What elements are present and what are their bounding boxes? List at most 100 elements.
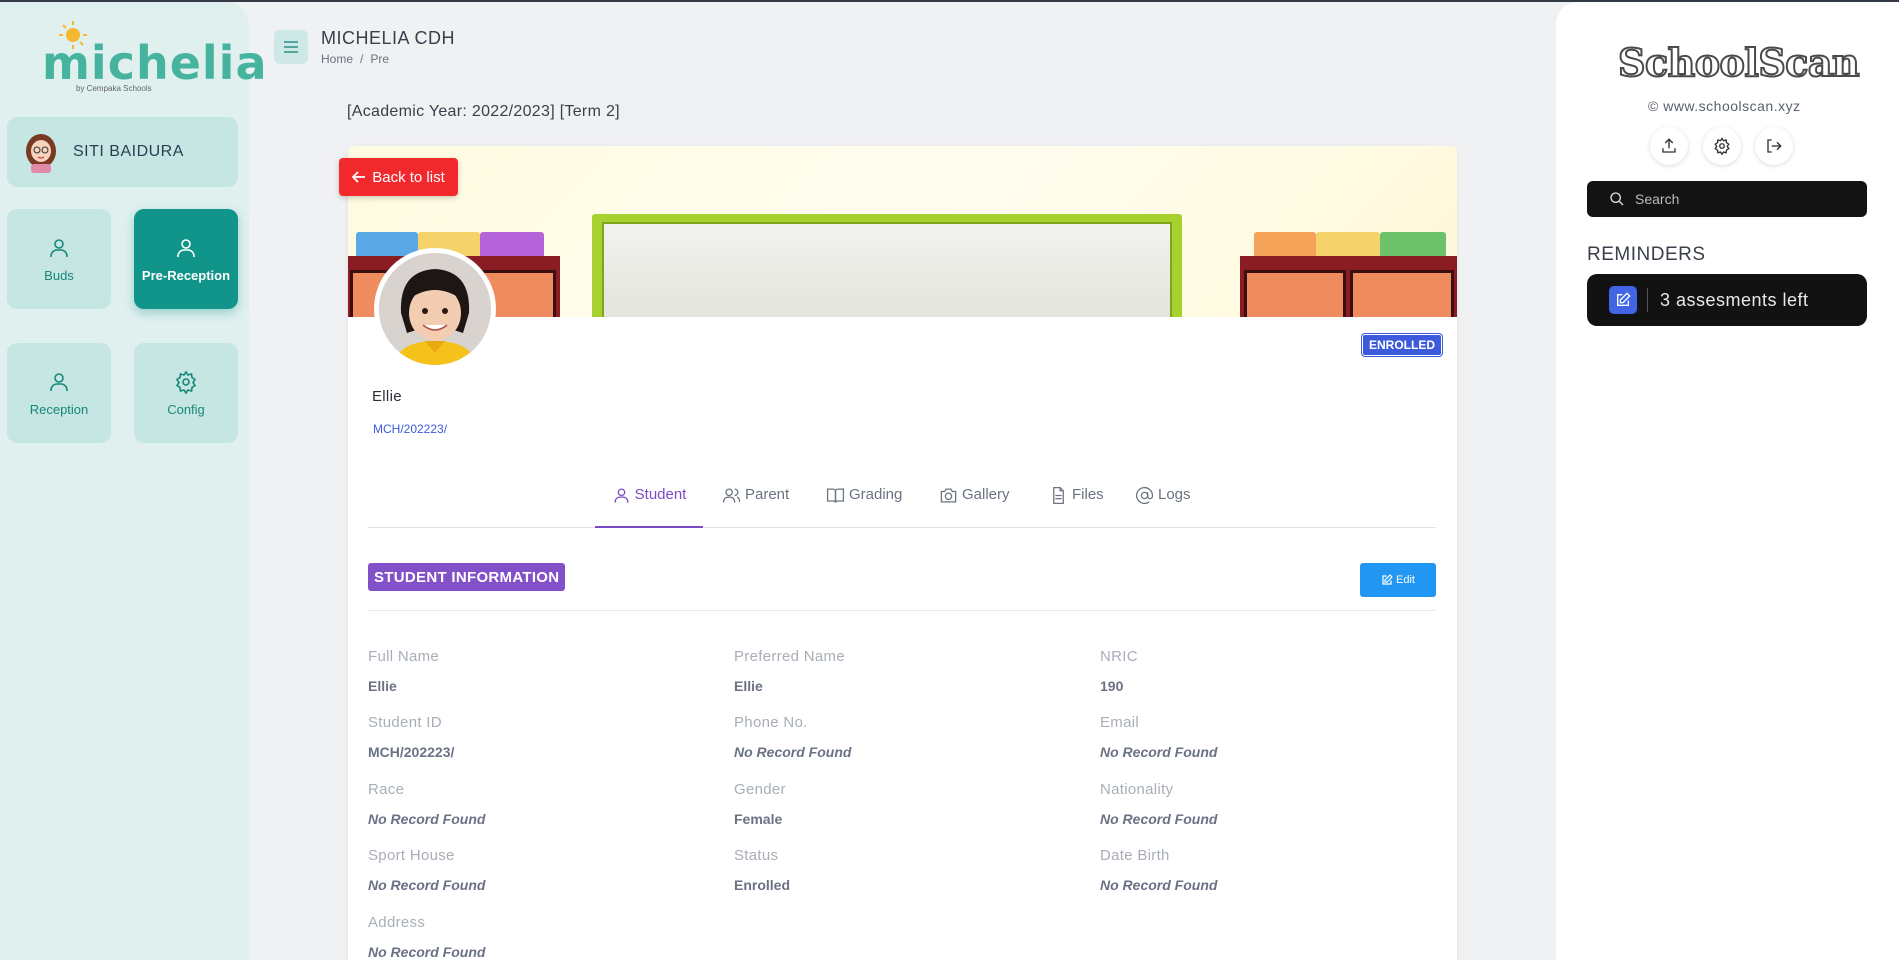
field-email: Email No Record Found (1100, 714, 1217, 760)
settings-icon (1714, 137, 1730, 155)
tab-gallery[interactable]: Gallery (939, 486, 1010, 528)
user-icon (177, 238, 195, 257)
user-avatar (26, 134, 56, 173)
field-label: Race (368, 781, 405, 798)
field-value: No Record Found (1100, 811, 1218, 827)
user-card[interactable]: SITI BAIDURA (7, 117, 238, 187)
users-icon (722, 488, 741, 503)
at-icon (1135, 487, 1154, 505)
logout-icon (1767, 139, 1782, 153)
field-preferred-name: Preferred Name Ellie (734, 648, 845, 694)
field-value: No Record Found (1100, 877, 1218, 893)
field-label: Status (734, 847, 779, 864)
academic-year: [Academic Year: 2022/2023] [Term 2] (347, 103, 620, 120)
field-label: Sport House (368, 847, 455, 864)
field-value: Ellie (734, 678, 763, 694)
upload-button[interactable] (1650, 127, 1688, 165)
profile-tabs: Student Parent Grading Gallery Files Log… (368, 474, 1436, 528)
field-label: Phone No. (734, 714, 808, 731)
field-student-id: Student ID MCH/202223/ (368, 714, 454, 760)
tab-files[interactable]: Files (1049, 486, 1104, 528)
field-label: Student ID (368, 714, 442, 731)
field-label: NRIC (1100, 648, 1138, 665)
edit-icon (1382, 574, 1393, 585)
field-label: Nationality (1100, 781, 1174, 798)
section-title: STUDENT INFORMATION (368, 563, 566, 591)
logo-text: michelia (42, 36, 268, 90)
menu-toggle-button[interactable] (274, 30, 308, 64)
student-card (348, 146, 1457, 960)
field-value: No Record Found (368, 944, 486, 960)
breadcrumb: Home / Pre (321, 52, 389, 66)
field-value: No Record Found (1100, 744, 1218, 760)
tab-label: Logs (1158, 486, 1191, 503)
logout-button[interactable] (1755, 127, 1793, 165)
page-title: MICHELIA CDH (321, 28, 456, 48)
student-portrait (379, 253, 491, 365)
field-sport-house: Sport House No Record Found (368, 847, 485, 893)
field-label: Date Birth (1100, 847, 1170, 864)
field-date-birth: Date Birth No Record Found (1100, 847, 1217, 893)
field-value: No Record Found (368, 877, 486, 893)
field-full-name: Full Name Ellie (368, 648, 439, 694)
field-label: Full Name (368, 648, 440, 665)
tab-label: Parent (745, 486, 790, 503)
nav-label: Config (167, 401, 205, 417)
student-id-link[interactable]: MCH/202223/ (373, 422, 447, 436)
nav-pre-reception[interactable]: Pre-Reception (134, 209, 238, 309)
field-value: Ellie (368, 678, 397, 694)
edit-icon (1609, 286, 1637, 314)
field-phone: Phone No. No Record Found (734, 714, 851, 760)
app-logo[interactable]: michelia by Cempaka Schools (36, 18, 267, 98)
student-photo (374, 248, 496, 370)
gear-icon (175, 370, 197, 394)
right-panel: SchoolScan © www.schoolscan.xyz REMINDER… (1556, 2, 1899, 960)
search-input[interactable] (1635, 191, 1855, 207)
nav-label: Buds (44, 267, 74, 283)
schoolscan-logo: SchoolScan (1617, 39, 1861, 86)
field-value: Enrolled (734, 877, 791, 893)
status-badge: ENROLLED (1362, 334, 1442, 356)
field-nric: NRIC 190 (1100, 648, 1138, 694)
tab-student[interactable]: Student (595, 486, 703, 528)
tab-grading[interactable]: Grading (826, 486, 902, 528)
search-icon (1610, 192, 1624, 206)
brand-url[interactable]: © www.schoolscan.xyz (1648, 98, 1801, 114)
user-icon (50, 238, 68, 257)
section-divider (368, 610, 1436, 611)
logo-subtext: by Cempaka Schools (76, 84, 152, 93)
tab-logs[interactable]: Logs (1135, 486, 1191, 528)
user-icon (50, 372, 68, 391)
field-race: Race No Record Found (368, 781, 485, 827)
student-name: Ellie (372, 388, 402, 405)
whiteboard (592, 214, 1182, 317)
file-icon (1053, 486, 1064, 505)
reminder-text: 3 assesments left (1660, 289, 1809, 310)
nav-reception[interactable]: Reception (7, 343, 111, 443)
classroom-banner (348, 146, 1457, 317)
field-label: Gender (734, 781, 786, 798)
back-to-list-button[interactable]: Back to list (339, 158, 458, 196)
field-value: 190 (1100, 678, 1124, 694)
field-label: Preferred Name (734, 648, 845, 665)
sidebar: michelia by Cempaka Schools SITI BAIDURA… (0, 2, 267, 960)
field-label: Email (1100, 714, 1140, 731)
edit-button[interactable]: Edit (1360, 563, 1436, 597)
edit-label: Edit (1396, 574, 1415, 586)
reminder-item[interactable]: 3 assesments left (1587, 274, 1867, 326)
camera-icon (940, 488, 957, 503)
field-value: Female (734, 811, 783, 827)
field-value: No Record Found (368, 811, 486, 827)
settings-button[interactable] (1703, 127, 1741, 165)
tab-label: Files (1072, 486, 1104, 503)
field-gender: Gender Female (734, 781, 786, 827)
nav-config[interactable]: Config (134, 343, 238, 443)
field-value: No Record Found (734, 744, 852, 760)
breadcrumb-current: Pre (370, 52, 390, 66)
nav-buds[interactable]: Buds (7, 209, 111, 309)
tab-parent[interactable]: Parent (722, 486, 789, 528)
tab-label: Grading (849, 486, 903, 503)
hamburger-icon (284, 41, 298, 53)
breadcrumb-home[interactable]: Home (321, 52, 353, 66)
tab-label: Gallery (962, 486, 1010, 503)
